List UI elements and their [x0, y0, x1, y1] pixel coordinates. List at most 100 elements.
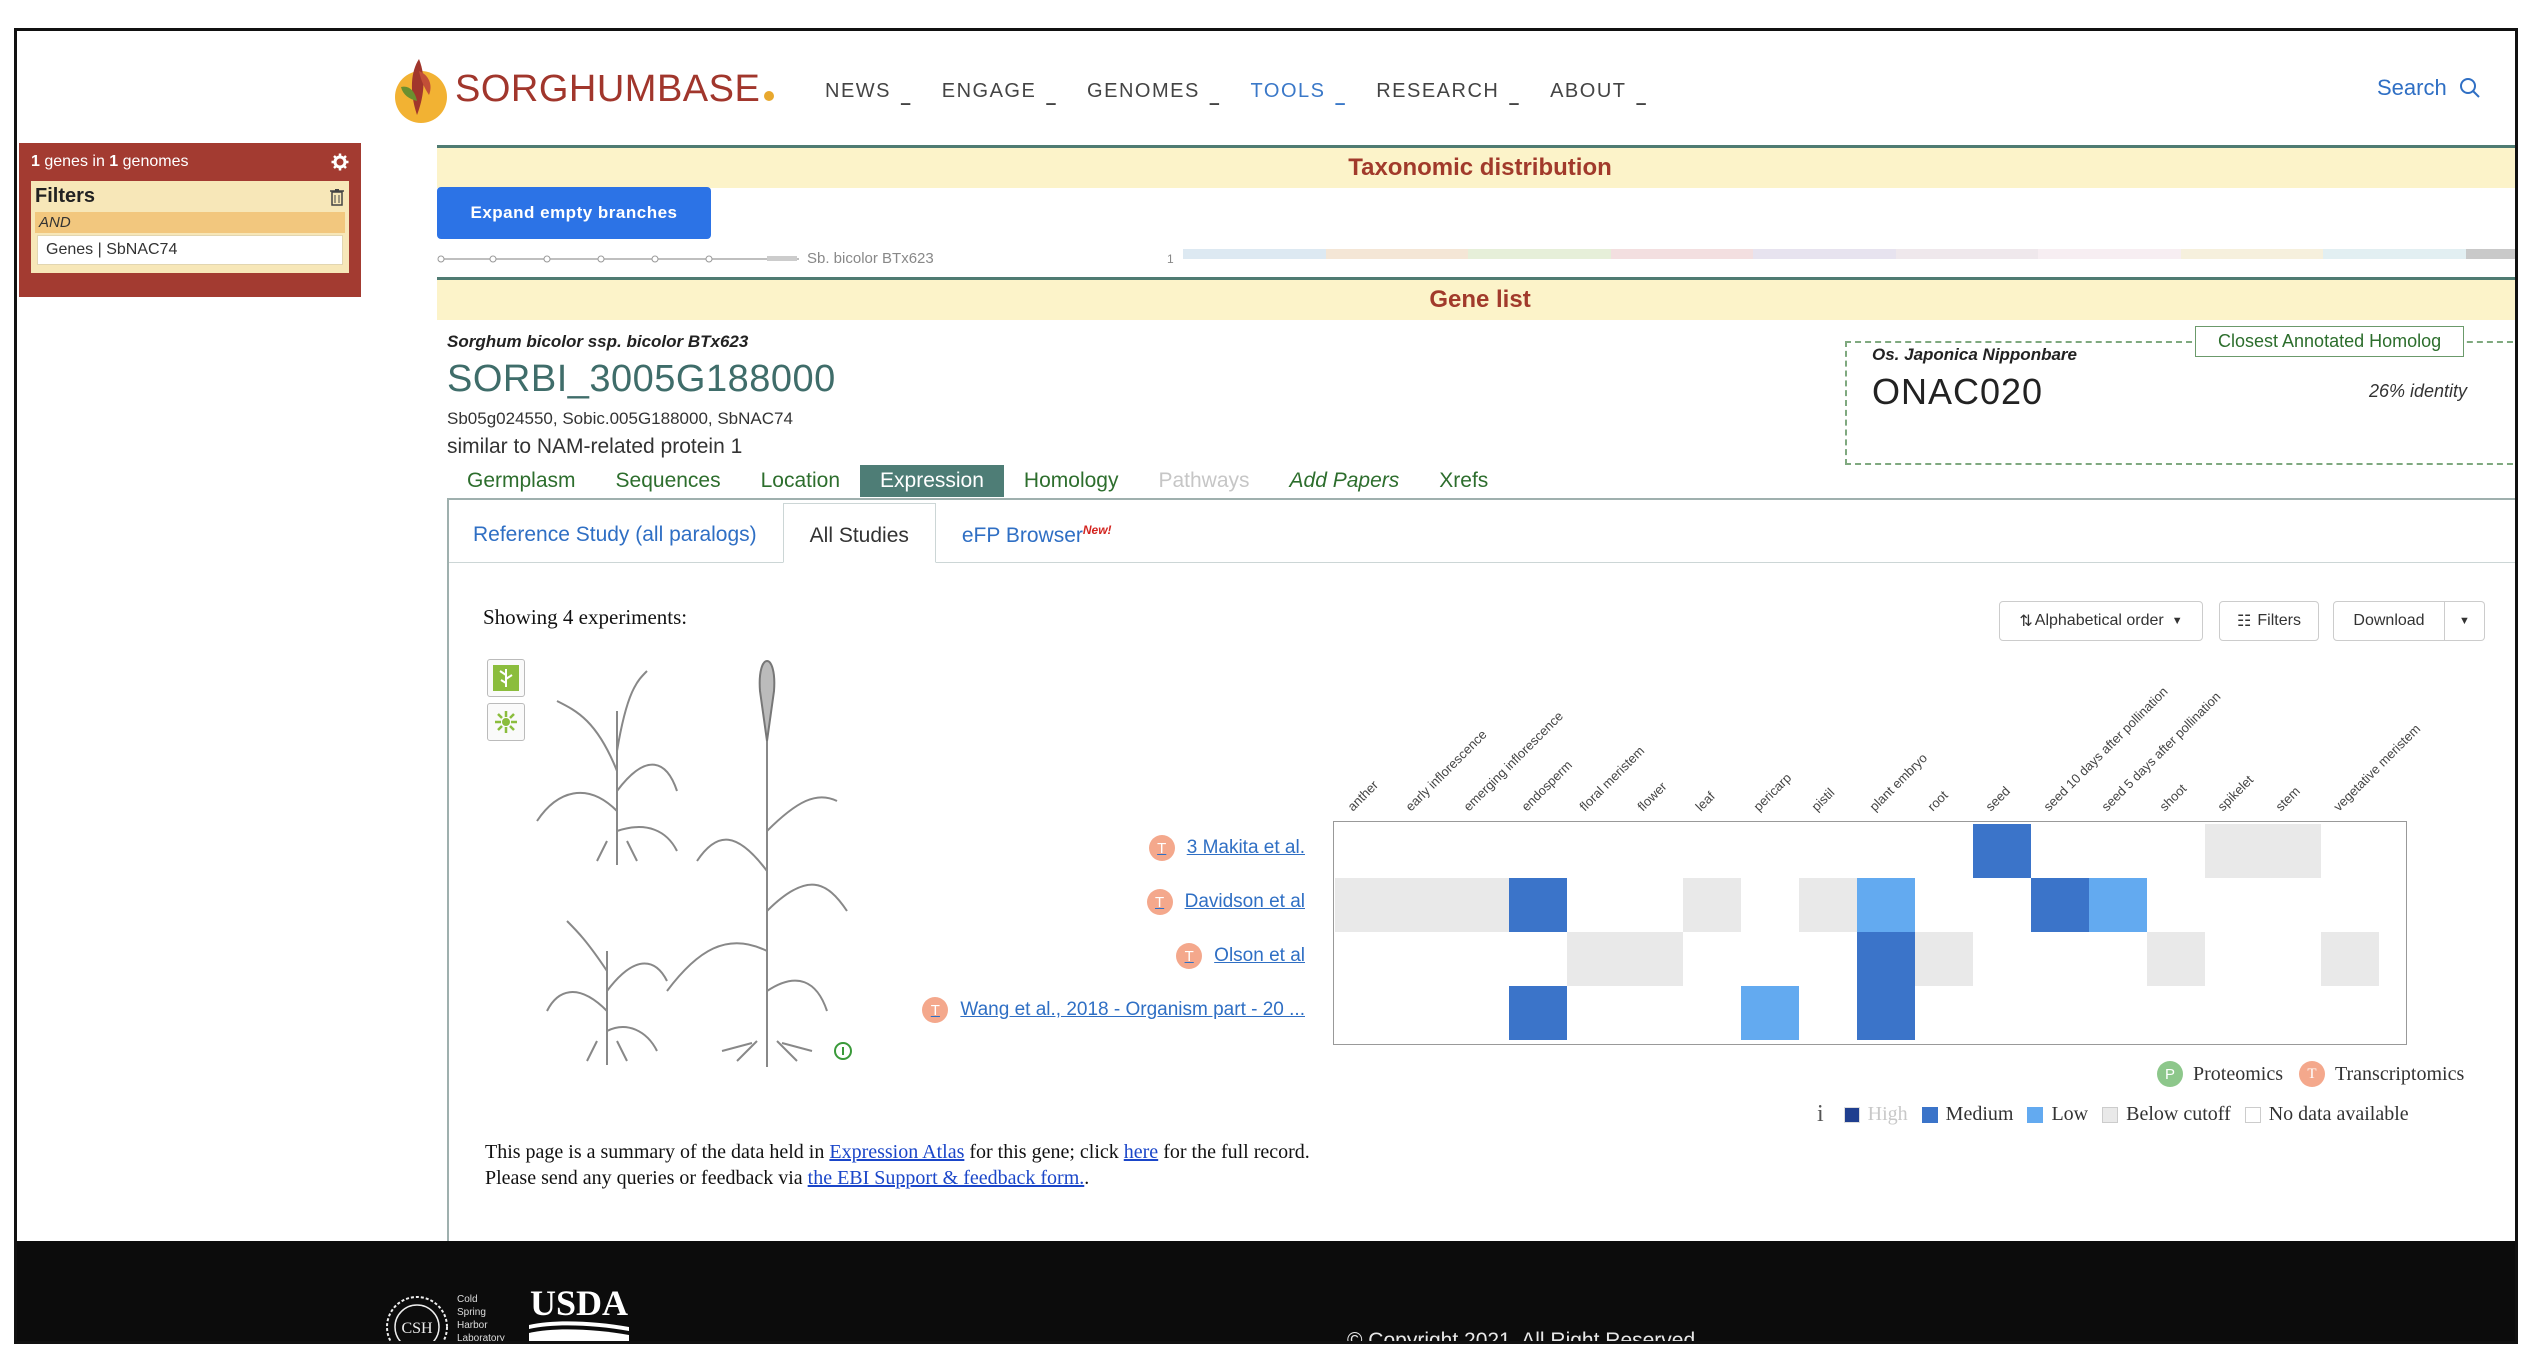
sort-icon: ⇅ — [2019, 613, 2033, 630]
expression-atlas-link[interactable]: Expression Atlas — [829, 1141, 964, 1163]
tab-xrefs[interactable]: Xrefs — [1419, 465, 1508, 497]
nav-item-genomes[interactable]: GENOMES ▁ — [1087, 77, 1221, 106]
heatmap-cell[interactable] — [1567, 932, 1625, 986]
experiment-name[interactable]: 3 Makita et al. — [1187, 837, 1305, 859]
heatmap-cell[interactable] — [2089, 878, 2147, 932]
legend-high: High — [1867, 1103, 1908, 1125]
closest-homolog-tag: Closest Annotated Homolog — [2195, 326, 2465, 357]
caret-down-icon: ▁ — [1636, 91, 1648, 105]
download-dropdown-toggle[interactable]: ▼ — [2445, 601, 2485, 641]
tab-all-studies[interactable]: All Studies — [782, 503, 936, 563]
alphabetical-order-dropdown[interactable]: ⇅ Alphabetical order ▼ — [1999, 601, 2203, 641]
filter-gene-item[interactable]: Genes | SbNAC74 — [37, 235, 343, 265]
expand-empty-branches-button[interactable]: Expand empty branches — [437, 187, 711, 239]
ebi-support-link[interactable]: the EBI Support & feedback form. — [808, 1167, 1085, 1189]
experiment-row-label[interactable]: T Wang et al., 2018 - Organism part - 20 … — [922, 997, 1305, 1023]
species-name: Sorghum bicolor ssp. bicolor BTx623 — [447, 332, 749, 351]
heatmap-cell[interactable] — [2205, 824, 2263, 878]
transcriptomics-label: Transcriptomics — [2335, 1062, 2465, 1085]
sorghumbase-logo[interactable]: SORGHUMBASE — [389, 51, 775, 127]
caret-down-icon: ▁ — [1046, 91, 1058, 105]
transcriptomics-badge: T — [922, 997, 949, 1023]
caret-down-icon: ▁ — [1209, 91, 1221, 105]
nav-item-engage[interactable]: ENGAGE ▁ — [942, 77, 1058, 106]
heatmap-cell[interactable] — [1683, 878, 1741, 932]
heatmap-cell[interactable] — [2147, 932, 2205, 986]
caret-down-icon: ▼ — [2171, 615, 2183, 627]
legend-swatch-medium — [1921, 1106, 1938, 1123]
filter-operator[interactable]: AND — [35, 212, 345, 233]
heatmap-cell[interactable] — [1799, 878, 1857, 932]
search-icon — [2459, 78, 2480, 98]
csh-logo[interactable]: CSH — [383, 1293, 451, 1344]
expression-heatmap — [1333, 821, 2407, 1045]
heatmap-cell[interactable] — [1857, 932, 1915, 986]
tab-homology[interactable]: Homology — [1004, 465, 1139, 497]
heatmap-cell[interactable] — [2321, 932, 2379, 986]
taxonomic-distribution-header: Taxonomic distribution — [437, 145, 2515, 188]
experiment-row-label[interactable]: T Davidson et al — [1146, 889, 1305, 915]
nav-item-about[interactable]: ABOUT ▁ — [1550, 77, 1648, 106]
filter-body: Filters AND Genes | SbNAC74 — [31, 181, 349, 273]
heatmap-cell[interactable] — [2031, 878, 2089, 932]
gene-id: SORBI_3005G188000 — [447, 358, 836, 400]
search-label: Search — [2377, 75, 2447, 100]
heatmap-cell[interactable] — [2263, 824, 2321, 878]
gear-icon[interactable] — [331, 153, 349, 171]
legend-swatch-below — [2102, 1106, 2119, 1123]
info-icon[interactable]: i — [1817, 1101, 1824, 1128]
heatmap-cell[interactable] — [1451, 878, 1509, 932]
nav-item-tools[interactable]: TOOLS ▁ — [1251, 77, 1347, 106]
legend-low: Low — [2051, 1103, 2089, 1125]
gene-detail-tabs: Germplasm Sequences Location Expression … — [447, 465, 1508, 497]
transcriptomics-badge: T — [1176, 943, 1203, 969]
gene-description: similar to NAM-related protein 1 — [447, 435, 743, 458]
experiment-row-label[interactable]: T Olson et al — [1176, 943, 1305, 969]
tab-sequences[interactable]: Sequences — [596, 465, 741, 497]
nav-item-research[interactable]: RESEARCH ▁ — [1376, 77, 1520, 106]
heatmap-cell[interactable] — [1973, 824, 2031, 878]
heatmap-cell[interactable] — [1335, 878, 1393, 932]
tab-add-papers[interactable]: Add Papers — [1270, 465, 1420, 497]
homolog-gene-name[interactable]: ONAC020 — [1872, 371, 2043, 413]
trash-icon[interactable] — [329, 188, 345, 206]
heatmap-cell[interactable] — [1393, 878, 1451, 932]
heatmap-cell[interactable] — [1509, 878, 1567, 932]
taxonomy-leaf-label[interactable]: Sb. bicolor BTx623 — [807, 250, 934, 267]
legend-swatch-high — [1843, 1106, 1860, 1123]
filters-button[interactable]: ☷ Filters — [2219, 601, 2319, 641]
heatmap-cell[interactable] — [1625, 932, 1683, 986]
svg-text:CSH: CSH — [401, 1320, 433, 1337]
full-record-link[interactable]: here — [1124, 1141, 1158, 1163]
download-button[interactable]: Download — [2333, 601, 2445, 641]
tab-location[interactable]: Location — [741, 465, 860, 497]
heatmap-cell[interactable] — [1741, 986, 1799, 1040]
caret-down-icon: ▼ — [2459, 615, 2470, 627]
legend-medium: Medium — [1945, 1103, 2014, 1125]
experiment-name[interactable]: Davidson et al — [1185, 891, 1305, 913]
filter-sliders-icon: ☷ — [2237, 613, 2252, 630]
experiment-name[interactable]: Wang et al., 2018 - Organism part - 20 .… — [960, 999, 1305, 1021]
nav-item-news[interactable]: NEWS ▁ — [825, 77, 912, 106]
experiment-row-label[interactable]: T 3 Makita et al. — [1148, 835, 1305, 861]
tab-pathways: Pathways — [1158, 469, 1250, 492]
usda-logo[interactable]: USDA — [525, 1281, 633, 1344]
heatmap-cell[interactable] — [1915, 932, 1973, 986]
heatmap-cell[interactable] — [1509, 986, 1567, 1040]
tab-germplasm[interactable]: Germplasm — [447, 465, 596, 497]
heatmap-cell[interactable] — [1857, 986, 1915, 1040]
new-badge: New! — [1082, 523, 1112, 537]
tab-reference-study[interactable]: Reference Study (all paralogs) — [447, 503, 783, 563]
expression-summary: This page is a summary of the data held … — [485, 1141, 1310, 1189]
homolog-identity: 26% identity — [2369, 381, 2468, 401]
transcriptomics-badge: T — [1146, 889, 1173, 915]
tab-efp-browser[interactable]: eFP BrowserNew! — [936, 503, 1138, 563]
copyright-text: © Copyright 2021. All Right Reserved — [1347, 1329, 1696, 1344]
taxonomy-distribution-bar — [1183, 249, 2515, 259]
heatmap-cell[interactable] — [1857, 878, 1915, 932]
proteomics-badge: P — [2157, 1061, 2183, 1087]
experiment-name[interactable]: Olson et al — [1214, 945, 1305, 967]
search-link[interactable]: Search — [2377, 75, 2481, 101]
svg-text:USDA: USDA — [530, 1283, 628, 1323]
tab-expression[interactable]: Expression — [860, 465, 1004, 497]
